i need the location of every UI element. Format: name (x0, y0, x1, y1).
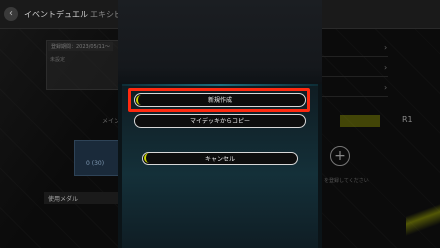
list-header-label: 使用メダル (48, 196, 79, 203)
add-deck-button[interactable]: + (330, 146, 350, 166)
back-button[interactable]: ‹ (4, 7, 18, 21)
deck-thumbnail[interactable] (74, 140, 122, 176)
right-row[interactable] (322, 82, 388, 97)
right-row[interactable] (322, 62, 388, 77)
cancel-button[interactable]: キャンセル (142, 152, 298, 165)
button-accent (144, 153, 150, 163)
tab-r1[interactable]: R1 (402, 115, 413, 124)
active-tab[interactable] (340, 115, 380, 127)
chevron-left-icon: ‹ (9, 8, 13, 19)
modal-top-area (118, 0, 322, 84)
highlight-box (128, 88, 310, 112)
chevron-right-icon: › (384, 83, 388, 92)
chevron-right-icon: › (384, 63, 388, 72)
chevron-right-icon: › (384, 43, 388, 52)
modal-rail-right (318, 84, 322, 248)
date-badge: 登録期間：2023/05/11～ (48, 42, 113, 51)
hint-text: を登録してください (324, 178, 369, 184)
modal-divider (118, 84, 322, 86)
plus-icon: + (334, 148, 346, 164)
copy-from-my-deck-button[interactable]: マイデッキからコピー (134, 114, 306, 128)
right-row[interactable] (322, 42, 388, 57)
deck-count: 0 (30) (86, 160, 105, 167)
modal-rail-left (118, 84, 122, 248)
decorative-stripe (406, 180, 440, 248)
page-title: イベントデュエル (24, 10, 88, 19)
tag-label: 未設定 (50, 57, 66, 63)
